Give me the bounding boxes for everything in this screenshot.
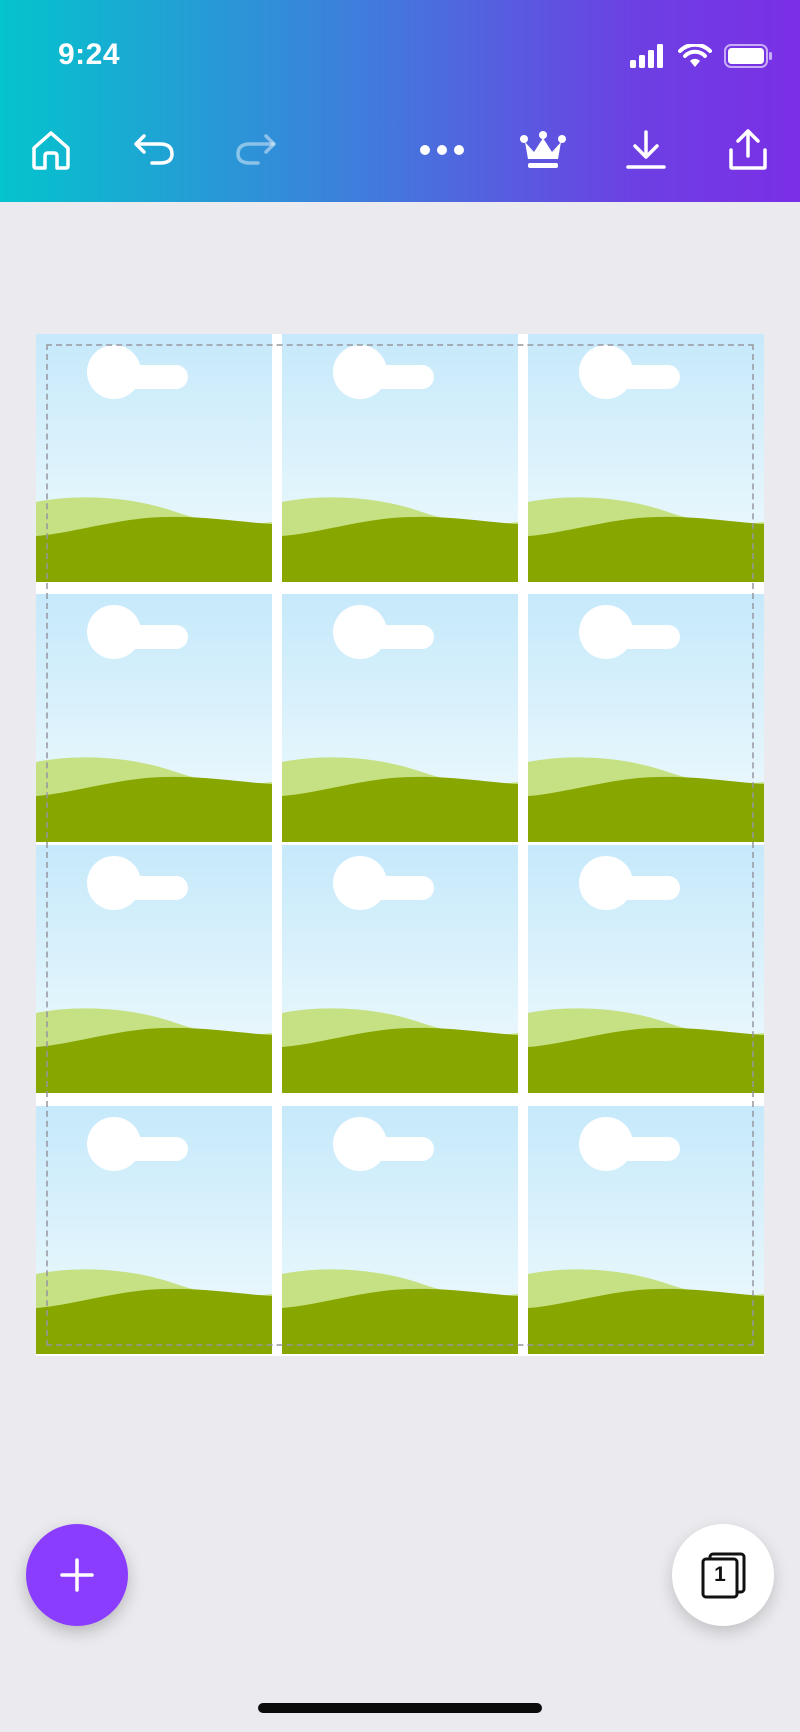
- placeholder-image-icon: [282, 845, 518, 1093]
- crown-icon: [520, 131, 566, 168]
- status-icons: [630, 44, 774, 68]
- undo-button[interactable]: [125, 120, 185, 180]
- placeholder-image-icon: [36, 1106, 272, 1354]
- share-icon: [729, 129, 767, 170]
- grid-image-cell[interactable]: [36, 1106, 272, 1354]
- page-count: 1: [714, 1563, 726, 1586]
- grid-image-cell[interactable]: [528, 845, 764, 1093]
- grid-image-cell[interactable]: [528, 594, 764, 842]
- grid-image-cell[interactable]: [36, 334, 272, 582]
- grid-image-cell[interactable]: [282, 1106, 518, 1354]
- more-button[interactable]: [412, 120, 472, 180]
- grid-image-cell[interactable]: [282, 594, 518, 842]
- premium-button[interactable]: [513, 120, 573, 180]
- home-icon: [32, 131, 70, 170]
- undo-icon: [134, 134, 174, 165]
- placeholder-image-icon: [282, 334, 518, 582]
- grid-image-cell[interactable]: [282, 334, 518, 582]
- home-button[interactable]: [21, 120, 81, 180]
- grid-image-cell[interactable]: [36, 845, 272, 1093]
- placeholder-image-icon: [528, 845, 764, 1093]
- grid-image-cell[interactable]: [528, 1106, 764, 1354]
- add-element-button[interactable]: [26, 1524, 128, 1626]
- placeholder-image-icon: [36, 334, 272, 582]
- plus-icon: [60, 1558, 94, 1592]
- redo-icon: [236, 134, 276, 165]
- more-icon: [420, 145, 464, 155]
- placeholder-image-icon: [282, 594, 518, 842]
- status-time: 9:24: [58, 38, 121, 71]
- download-icon: [626, 130, 666, 169]
- download-button[interactable]: [616, 120, 676, 180]
- home-indicator[interactable]: [258, 1703, 542, 1713]
- placeholder-image-icon: [282, 1106, 518, 1354]
- top-bar: 9:24: [0, 0, 800, 202]
- redo-button[interactable]: [225, 120, 285, 180]
- placeholder-image-icon: [36, 845, 272, 1093]
- placeholder-image-icon: [528, 594, 764, 842]
- placeholder-image-icon: [528, 334, 764, 582]
- grid-image-cell[interactable]: [528, 334, 764, 582]
- placeholder-image-icon: [36, 594, 272, 842]
- grid-image-cell[interactable]: [36, 594, 272, 842]
- cellular-signal-icon: [630, 44, 663, 68]
- wifi-icon: [678, 44, 712, 67]
- placeholder-image-icon: [528, 1106, 764, 1354]
- grid-image-cell[interactable]: [282, 845, 518, 1093]
- battery-icon: [724, 44, 772, 68]
- share-button[interactable]: [718, 120, 778, 180]
- design-canvas[interactable]: [36, 334, 764, 1356]
